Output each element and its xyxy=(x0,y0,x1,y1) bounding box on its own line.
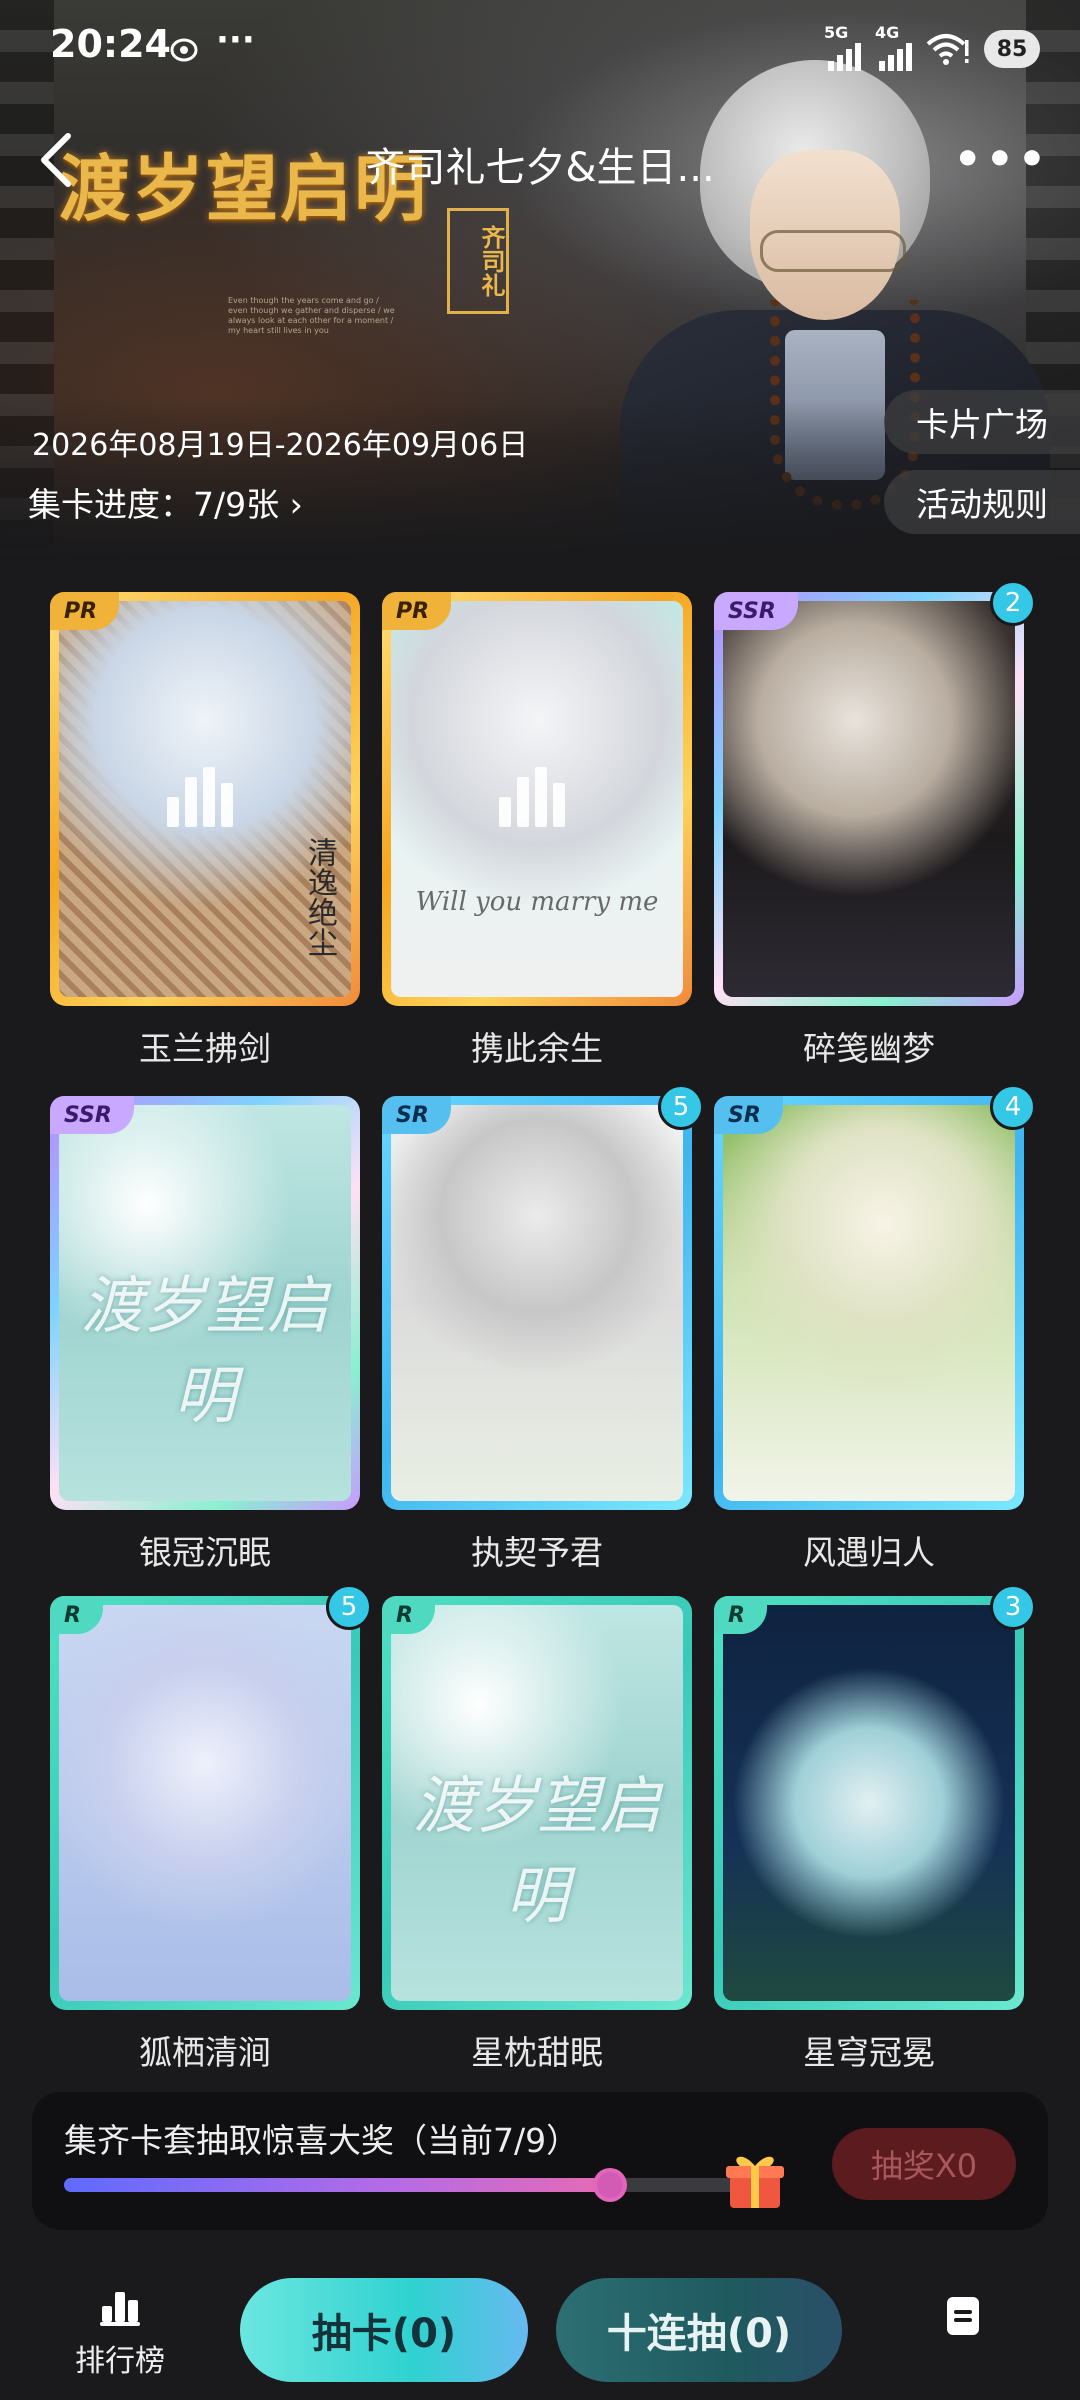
leaderboard-label: 排行榜 xyxy=(75,2344,165,2379)
logo-caption: Even though the years come and go / even… xyxy=(228,296,395,335)
rarity-badge: SSR xyxy=(50,1096,134,1134)
card-artwork-locked: 渡岁望启明 xyxy=(59,1105,351,1501)
status-time: 20:24 xyxy=(50,22,171,66)
rarity-badge: PR xyxy=(50,592,120,630)
card-name: 玉兰拂剑 xyxy=(139,1029,271,1068)
card-name: 星枕甜眠 xyxy=(471,2033,603,2072)
rarity-badge: SSR xyxy=(714,592,798,630)
card-art-text: 渡岁望启明 xyxy=(412,1769,661,1932)
card-count-badge: 5 xyxy=(658,1084,704,1130)
card-name: 执契予君 xyxy=(471,1533,603,1572)
card-artwork xyxy=(723,1605,1015,2001)
card-count-badge: 2 xyxy=(990,580,1036,626)
rank-icon xyxy=(100,2292,140,2326)
card-frame[interactable]: SR 4 xyxy=(714,1084,1036,1510)
card-art-text: 渡岁望启明 xyxy=(80,1269,329,1432)
card-name: 银冠沉眠 xyxy=(139,1533,271,1572)
card-artwork xyxy=(59,1605,351,2001)
reward-title: 集齐卡套抽取惊喜大奖（当前7/9） xyxy=(64,2121,580,2160)
lottery-draw-button[interactable]: 抽奖X0 xyxy=(832,2128,1016,2200)
notification-icon xyxy=(170,38,198,62)
draw-one-button[interactable]: 抽卡(0) xyxy=(240,2278,528,2382)
draw-ten-button[interactable]: 十连抽(0) xyxy=(556,2278,842,2382)
card-frame[interactable]: SR 5 xyxy=(382,1084,704,1510)
rarity-badge: SR xyxy=(714,1096,783,1134)
status-more-icon: ··· xyxy=(216,20,255,60)
card-count-badge: 3 xyxy=(990,1584,1036,1630)
card-frame[interactable]: R 3 xyxy=(714,1584,1036,2010)
wifi-icon xyxy=(926,34,969,65)
card-frame[interactable]: SSR 2 xyxy=(714,580,1036,1006)
rarity-badge: SR xyxy=(382,1096,451,1134)
collection-progress-link[interactable]: 集卡进度：7/9张 › xyxy=(28,478,303,526)
card-name: 星穹冠冕 xyxy=(803,2033,935,2072)
card-artwork-locked: 渡岁望启明 xyxy=(391,1605,683,2001)
card-item[interactable]: 清逸绝尘 PR 玉兰拂剑 xyxy=(50,592,360,1070)
card-art-text: 清逸绝尘 xyxy=(302,837,337,957)
status-bar: 20:24 ··· 5G 4G 85 xyxy=(0,0,1080,96)
event-date-range: 2026年08月19日-2026年09月06日 xyxy=(32,428,529,463)
card-name: 风遇归人 xyxy=(803,1533,935,1572)
card-frame[interactable]: 渡岁望启明 R xyxy=(382,1596,692,2010)
card-item[interactable]: Will you marry me PR 携此余生 xyxy=(382,592,692,1070)
card-item[interactable]: 渡岁望启明 R 星枕甜眠 xyxy=(382,1596,692,2074)
document-icon[interactable] xyxy=(946,2296,980,2336)
card-art-text: Will you marry me xyxy=(415,887,659,917)
reward-progress-knob xyxy=(593,2168,627,2202)
card-artwork xyxy=(391,1105,683,1501)
signal-icon: 4G xyxy=(875,23,912,71)
card-name: 携此余生 xyxy=(471,1029,603,1068)
card-name: 狐栖清涧 xyxy=(139,2033,271,2072)
card-item[interactable]: SR 5 执契予君 xyxy=(382,1084,704,1574)
card-artwork xyxy=(723,601,1015,997)
card-item[interactable]: SR 4 风遇归人 xyxy=(714,1084,1036,1574)
rarity-badge: PR xyxy=(382,592,452,630)
card-item[interactable]: SSR 2 碎笺幽梦 xyxy=(714,580,1036,1070)
card-artwork: 清逸绝尘 xyxy=(59,601,351,997)
event-rules-button[interactable]: 活动规则 xyxy=(884,470,1080,534)
page-title: 齐司礼七夕&生日... xyxy=(365,145,715,191)
card-plaza-button[interactable]: 卡片广场 xyxy=(884,390,1080,454)
back-icon[interactable] xyxy=(34,130,84,190)
card-item[interactable]: R 3 星穹冠冕 xyxy=(714,1584,1036,2074)
battery-icon: 85 xyxy=(984,30,1040,68)
reward-progress-bar xyxy=(64,2168,764,2202)
card-item[interactable]: R 5 狐栖清涧 xyxy=(50,1584,372,2074)
leaderboard-button[interactable]: 排行榜 xyxy=(60,2290,180,2390)
card-frame[interactable]: 渡岁望启明 SSR xyxy=(50,1096,360,1510)
card-count-badge: 4 xyxy=(990,1084,1036,1130)
card-name: 碎笺幽梦 xyxy=(803,1029,935,1068)
card-frame[interactable]: 清逸绝尘 PR xyxy=(50,592,360,1006)
logo-seal: 齐司礼 xyxy=(447,208,509,314)
card-artwork: Will you marry me xyxy=(391,601,683,997)
play-icon xyxy=(163,767,247,828)
play-icon xyxy=(495,767,579,828)
collection-reward-panel: 集齐卡套抽取惊喜大奖（当前7/9） 抽奖X0 xyxy=(32,2092,1048,2230)
card-item[interactable]: 渡岁望启明 SSR 银冠沉眠 xyxy=(50,1096,360,1574)
signal-icon: 5G xyxy=(824,23,861,71)
card-count-badge: 5 xyxy=(326,1584,372,1630)
more-icon[interactable]: ••• xyxy=(954,138,1050,182)
reward-progress-fill xyxy=(64,2178,610,2192)
card-frame[interactable]: Will you marry me PR xyxy=(382,592,692,1006)
gift-icon xyxy=(726,2156,784,2208)
card-artwork xyxy=(723,1105,1015,1501)
card-frame[interactable]: R 5 xyxy=(50,1584,372,2010)
